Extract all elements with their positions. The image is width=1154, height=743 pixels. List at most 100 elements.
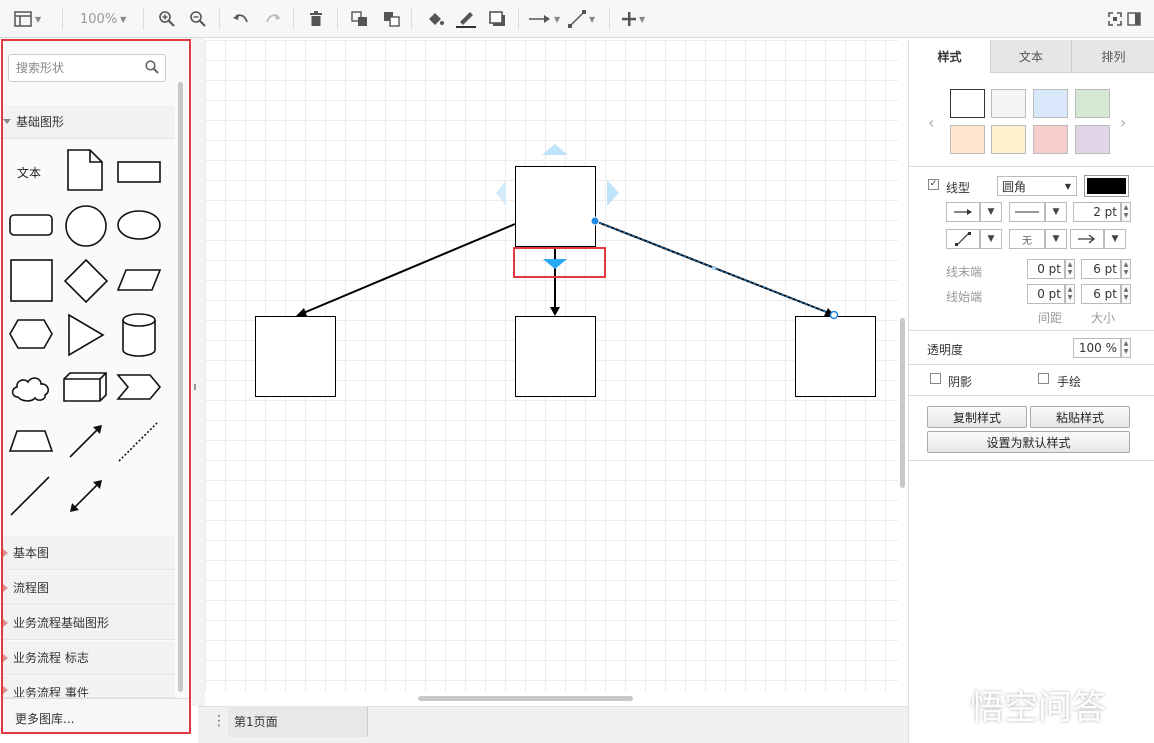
swatch-purple[interactable] — [1075, 125, 1110, 154]
canvas-horizontal-scrollbar[interactable] — [418, 696, 633, 701]
waypoints-icon[interactable]: ▼ — [568, 9, 595, 29]
shape-step[interactable] — [116, 373, 162, 401]
tab-style[interactable]: 样式 — [909, 40, 990, 73]
shape-circle[interactable] — [63, 204, 109, 248]
sketch-checkbox[interactable] — [1038, 373, 1049, 384]
end-marker-dropdown[interactable]: ▼ — [1045, 229, 1067, 249]
line-start-size-input[interactable]: 6 pt — [1081, 284, 1121, 304]
section-bpmn-general[interactable]: 业务流程基础图形 — [3, 606, 175, 640]
hover-arrow-down-icon[interactable] — [543, 259, 567, 269]
waypoint-style-dropdown[interactable]: ▼ — [980, 229, 1002, 249]
delete-icon[interactable] — [309, 9, 323, 29]
page-tab-1[interactable]: 第1页面 — [228, 706, 368, 737]
shape-search-input[interactable] — [14, 55, 138, 81]
panel-splitter[interactable] — [192, 38, 205, 706]
shadow-icon[interactable] — [489, 9, 507, 29]
opacity-spinner[interactable]: ▲ ▼ — [1121, 338, 1131, 358]
shape-hexagon[interactable] — [8, 318, 54, 350]
paste-style-button[interactable]: 粘贴样式 — [1030, 406, 1130, 428]
line-color-icon[interactable] — [456, 9, 476, 29]
swatch-prev-icon[interactable]: ‹ — [928, 113, 934, 132]
shape-ellipse[interactable] — [116, 209, 162, 241]
arrowhead-dropdown[interactable]: ▼ — [1104, 229, 1126, 249]
hover-arrow-left-icon[interactable] — [496, 180, 506, 206]
shape-square[interactable] — [9, 258, 55, 304]
zoom-out-icon[interactable] — [189, 9, 207, 29]
shape-dotted-line[interactable] — [116, 420, 160, 464]
to-back-icon[interactable] — [383, 9, 401, 29]
shape-cube[interactable] — [62, 371, 108, 403]
swatch-gray[interactable] — [991, 89, 1026, 118]
shape-parallelogram[interactable] — [116, 268, 162, 294]
line-checkbox[interactable]: ✓ — [928, 179, 939, 190]
swatch-blue[interactable] — [1033, 89, 1068, 118]
shape-diamond[interactable] — [63, 258, 109, 304]
shape-document[interactable] — [66, 148, 104, 192]
pattern-select[interactable] — [1009, 202, 1045, 222]
shadow-checkbox[interactable] — [930, 373, 941, 384]
swatch-white[interactable] — [950, 89, 985, 118]
line-width-spinner[interactable]: ▲ ▼ — [1121, 202, 1131, 222]
hover-arrow-right-icon[interactable] — [607, 180, 619, 206]
zoom-level[interactable]: 100% ▼ — [80, 9, 126, 29]
insert-icon[interactable]: ▼ — [622, 9, 645, 29]
pattern-dropdown[interactable]: ▼ — [1045, 202, 1067, 222]
swatch-green[interactable] — [1075, 89, 1110, 118]
connection-type-dropdown[interactable]: ▼ — [980, 202, 1002, 222]
swatch-red[interactable] — [1033, 125, 1068, 154]
edge-target-handle[interactable] — [829, 310, 839, 320]
section-basic[interactable]: 基本图 — [3, 536, 175, 570]
node-left[interactable] — [255, 316, 336, 397]
shape-trapezoid[interactable] — [8, 429, 54, 455]
section-basic-shapes[interactable]: 基础图形 — [3, 105, 175, 139]
canvas-vertical-scrollbar[interactable] — [900, 318, 905, 488]
edge-left[interactable] — [300, 223, 516, 315]
tab-text[interactable]: 文本 — [990, 40, 1071, 73]
shape-bidirectional-arrow[interactable] — [66, 476, 106, 516]
set-default-style-button[interactable]: 设置为默认样式 — [927, 431, 1130, 453]
view-icon[interactable]: ▼ — [14, 9, 41, 29]
line-width-input[interactable]: 2 pt — [1073, 202, 1121, 222]
node-middle[interactable] — [515, 316, 596, 397]
node-top[interactable] — [515, 166, 596, 247]
tab-arrange[interactable]: 排列 — [1071, 40, 1154, 73]
shape-line[interactable] — [8, 474, 52, 518]
search-icon[interactable] — [145, 60, 159, 77]
shape-rounded-rectangle[interactable] — [8, 212, 54, 238]
hover-arrow-up-icon[interactable] — [542, 144, 568, 155]
undo-icon[interactable] — [232, 9, 250, 29]
swatch-yellow[interactable] — [991, 125, 1026, 154]
redo-icon[interactable] — [264, 9, 282, 29]
to-front-icon[interactable] — [351, 9, 369, 29]
format-panel-icon[interactable] — [1127, 9, 1141, 29]
shape-text[interactable]: 文本 — [17, 164, 41, 181]
line-end-size-spinner[interactable]: ▲ ▼ — [1121, 259, 1131, 279]
line-style-select[interactable]: 圆角 ▼ — [997, 176, 1077, 196]
section-flowchart[interactable]: 流程图 — [3, 571, 175, 605]
section-bpmn-events[interactable]: 业务流程 事件 — [3, 676, 175, 698]
edge-midpoint-handle[interactable] — [712, 266, 716, 270]
waypoint-style-select[interactable] — [946, 229, 980, 249]
shape-rectangle[interactable] — [116, 160, 162, 184]
line-end-size-input[interactable]: 6 pt — [1081, 259, 1121, 279]
shape-cloud[interactable] — [8, 373, 54, 403]
line-end-spacing-input[interactable]: 0 pt — [1027, 259, 1065, 279]
end-marker-select[interactable]: 无 — [1009, 229, 1045, 249]
shape-cylinder[interactable] — [120, 312, 158, 358]
arrowhead-select[interactable] — [1070, 229, 1104, 249]
connection-type-select[interactable] — [946, 202, 980, 222]
pages-menu-icon[interactable]: ⋮ — [212, 713, 226, 729]
shape-search[interactable] — [8, 54, 166, 82]
line-start-spacing-input[interactable]: 0 pt — [1027, 284, 1065, 304]
fill-color-icon[interactable] — [426, 9, 444, 29]
shape-arrow[interactable] — [66, 421, 106, 461]
swatch-orange[interactable] — [950, 125, 985, 154]
line-color-picker[interactable] — [1084, 175, 1129, 197]
node-right[interactable] — [795, 316, 876, 397]
shape-triangle[interactable] — [66, 313, 106, 357]
section-bpmn-markers[interactable]: 业务流程 标志 — [3, 641, 175, 675]
line-start-spacing-spinner[interactable]: ▲ ▼ — [1065, 284, 1075, 304]
opacity-input[interactable]: 100 % — [1073, 338, 1121, 358]
copy-style-button[interactable]: 复制样式 — [927, 406, 1027, 428]
swatch-next-icon[interactable]: › — [1120, 113, 1126, 132]
